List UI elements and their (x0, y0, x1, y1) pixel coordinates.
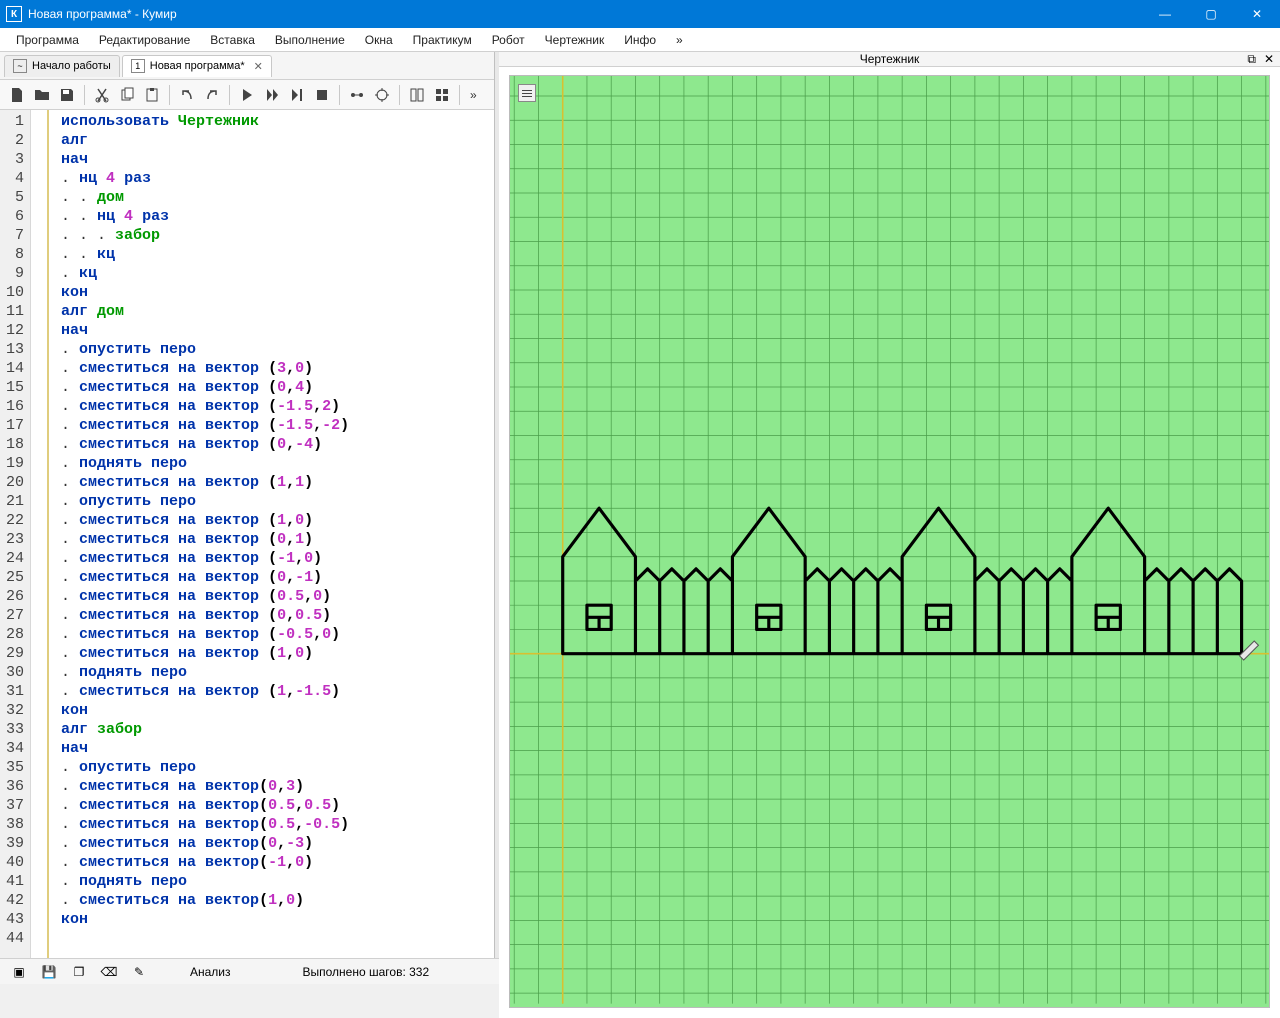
minimize-button[interactable]: — (1142, 0, 1188, 28)
menu-edit[interactable]: Редактирование (89, 30, 200, 50)
new-file-icon[interactable] (6, 84, 28, 106)
status-steps: Выполнено шагов: 332 (303, 965, 430, 979)
menu-program[interactable]: Программа (6, 30, 89, 50)
code-editor[interactable]: 1234567891011121314151617181920212223242… (0, 110, 494, 958)
grid-icon[interactable] (431, 84, 453, 106)
drawer-pane: Чертежник ⧉ ✕ (499, 52, 1280, 958)
stop-icon[interactable] (311, 84, 333, 106)
titlebar[interactable]: К Новая программа* - Кумир — ▢ ✕ (0, 0, 1280, 28)
close-icon[interactable]: ✕ (250, 60, 263, 73)
menu-drawer[interactable]: Чертежник (535, 30, 615, 50)
menu-more[interactable]: » (666, 30, 693, 50)
step-icon[interactable] (261, 84, 283, 106)
popout-icon[interactable]: ⧉ (1247, 52, 1256, 67)
workspace: ~ Начало работы 1 Новая программа* ✕ (0, 52, 1280, 958)
status-analysis: Анализ (190, 965, 231, 979)
tab-start-label: Начало работы (32, 60, 111, 72)
indent-guide (47, 110, 49, 958)
undo-icon[interactable] (176, 84, 198, 106)
toolbar: » (0, 80, 494, 110)
code-column[interactable]: использовать Чертежникалгнач. нц 4 раз. … (31, 110, 494, 958)
menu-robot[interactable]: Робот (482, 30, 535, 50)
menu-insert[interactable]: Вставка (200, 30, 265, 50)
redo-icon[interactable] (201, 84, 223, 106)
menu-execute[interactable]: Выполнение (265, 30, 355, 50)
tab-program-label: Новая программа* (150, 60, 245, 72)
editor-pane: ~ Начало работы 1 Новая программа* ✕ (0, 52, 495, 958)
menu-info[interactable]: Инфо (614, 30, 666, 50)
menubar: Программа Редактирование Вставка Выполне… (0, 28, 1280, 52)
drawing-svg (510, 76, 1269, 1007)
tabbar: ~ Начало работы 1 Новая программа* ✕ (0, 52, 494, 80)
run-icon[interactable] (236, 84, 258, 106)
close-button[interactable]: ✕ (1234, 0, 1280, 28)
close-icon[interactable]: ✕ (1264, 52, 1274, 67)
cut-icon[interactable] (91, 84, 113, 106)
tab-start[interactable]: ~ Начало работы (4, 55, 120, 77)
maximize-button[interactable]: ▢ (1188, 0, 1234, 28)
actor-icon[interactable] (346, 84, 368, 106)
canvas-menu-icon[interactable] (518, 84, 536, 102)
app-icon: К (6, 6, 22, 22)
paste-icon[interactable] (141, 84, 163, 106)
tab-program[interactable]: 1 Новая программа* ✕ (122, 55, 272, 77)
toolbar-overflow[interactable]: » (466, 88, 481, 102)
step-over-icon[interactable] (286, 84, 308, 106)
pane-title-label: Чертежник (860, 52, 920, 66)
console-icon[interactable]: ▣ (10, 963, 28, 981)
copy-status-icon[interactable]: ❐ (70, 963, 88, 981)
clear-icon[interactable]: ⌫ (100, 963, 118, 981)
debug-icon[interactable] (371, 84, 393, 106)
copy-icon[interactable] (116, 84, 138, 106)
line-gutter: 1234567891011121314151617181920212223242… (0, 110, 31, 958)
canvas-wrap (499, 67, 1280, 1018)
save-file-icon[interactable] (56, 84, 78, 106)
open-file-icon[interactable] (31, 84, 53, 106)
window-title: Новая программа* - Кумир (28, 7, 1142, 21)
drawing-canvas[interactable] (509, 75, 1270, 1008)
pane-title: Чертежник ⧉ ✕ (499, 52, 1280, 67)
layout-icon[interactable] (406, 84, 428, 106)
menu-windows[interactable]: Окна (355, 30, 403, 50)
save-status-icon[interactable]: 💾 (40, 963, 58, 981)
tab-badge-icon: 1 (131, 59, 145, 73)
pencil-icon[interactable]: ✎ (130, 963, 148, 981)
menu-practicum[interactable]: Практикум (403, 30, 482, 50)
wave-icon: ~ (13, 59, 27, 73)
